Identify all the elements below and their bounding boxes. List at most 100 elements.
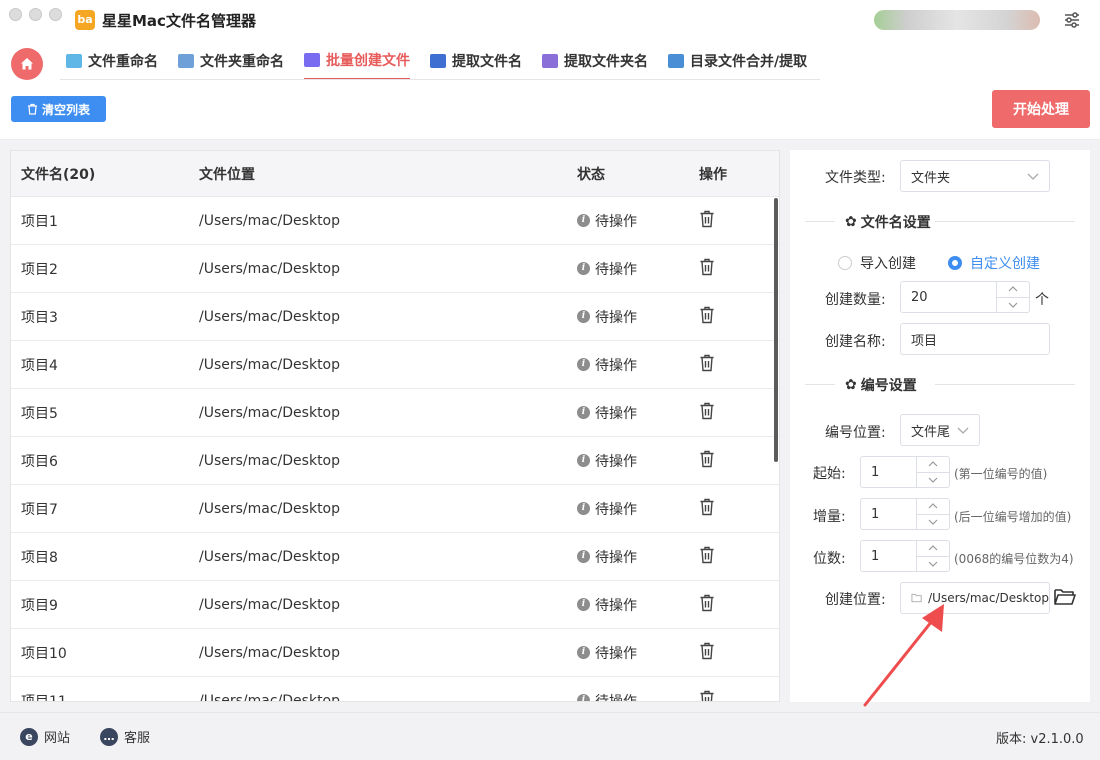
digits-input[interactable] [861, 541, 916, 571]
table-scrollbar[interactable] [774, 198, 778, 462]
name-label: 创建名称: [825, 334, 886, 350]
tab-bar: 文件重命名 文件夹重命名 批量创建文件 提取文件名 提取文件夹名 目录文件合并/… [0, 42, 1100, 88]
delete-trash-icon[interactable] [699, 546, 715, 564]
increment-button[interactable] [997, 282, 1029, 298]
delete-trash-icon[interactable] [699, 498, 715, 516]
tab-extract-folder-names[interactable]: 提取文件夹名 [542, 42, 648, 80]
folder-open-icon[interactable] [1054, 587, 1076, 607]
table-row[interactable]: 项目5/Users/mac/Desktop i 待操作 [11, 389, 779, 437]
gear-icon: ✿ [845, 377, 857, 393]
gear-icon: ✿ [845, 214, 857, 230]
digits-stepper[interactable] [860, 540, 950, 572]
cell-location: /Users/mac/Desktop [199, 356, 341, 373]
decrement-button[interactable] [917, 515, 949, 530]
count-input[interactable] [901, 282, 996, 312]
chevron-down-icon [928, 477, 938, 483]
start-stepper[interactable] [860, 456, 950, 488]
tab-folder-rename[interactable]: 文件夹重命名 [178, 42, 284, 80]
number-position-select[interactable]: 文件尾 [900, 414, 980, 446]
status-text: 待操作 [595, 453, 637, 470]
start-input[interactable] [861, 457, 916, 487]
batch-create-icon [304, 53, 320, 67]
table-row[interactable]: 项目2/Users/mac/Desktop i 待操作 [11, 245, 779, 293]
toolbar: 清空列表 开始处理 [0, 88, 1100, 140]
step-input[interactable] [861, 499, 916, 529]
table-row[interactable]: 项目7/Users/mac/Desktop i 待操作 [11, 485, 779, 533]
name-input[interactable] [900, 323, 1050, 355]
delete-trash-icon[interactable] [699, 402, 715, 420]
cell-action [687, 690, 767, 703]
zoom-window-button[interactable] [49, 8, 62, 21]
number-position-label: 编号位置: [825, 425, 886, 441]
cell-action [687, 546, 767, 568]
info-icon: i [577, 406, 590, 419]
table-body: 项目1/Users/mac/Desktop i 待操作 项目2/Users/mac/D… [11, 197, 779, 703]
settings-sliders-icon[interactable] [1062, 10, 1082, 30]
table-row[interactable]: 项目4/Users/mac/Desktop i 待操作 [11, 341, 779, 389]
cell-action [687, 402, 767, 424]
status-text: 待操作 [595, 645, 637, 662]
table-row[interactable]: 项目3/Users/mac/Desktop i 待操作 [11, 293, 779, 341]
table-row[interactable]: 项目8/Users/mac/Desktop i 待操作 [11, 533, 779, 581]
decrement-button[interactable] [997, 298, 1029, 313]
tab-divider [60, 79, 820, 80]
table-header: 文件名(20) 文件位置 状态 操作 [11, 151, 779, 197]
home-button[interactable] [11, 48, 43, 80]
tab-extract-filenames[interactable]: 提取文件名 [430, 42, 522, 80]
user-account-blurred[interactable] [874, 10, 1040, 30]
header-location: 文件位置 [199, 166, 255, 183]
cell-action [687, 594, 767, 616]
file-type-select[interactable]: 文件夹 [900, 160, 1050, 192]
delete-trash-icon[interactable] [699, 690, 715, 703]
close-window-button[interactable] [9, 8, 22, 21]
decrement-button[interactable] [917, 473, 949, 488]
cell-location: /Users/mac/Desktop [199, 452, 341, 469]
extract-filename-icon [430, 54, 446, 68]
tab-file-rename[interactable]: 文件重命名 [66, 42, 158, 80]
delete-trash-icon[interactable] [699, 354, 715, 372]
table-row[interactable]: 项目10/Users/mac/Desktop i 待操作 [11, 629, 779, 677]
customer-service-link[interactable]: … 客服 [100, 727, 150, 746]
radio-custom-create[interactable]: 自定义创建 [948, 253, 1040, 273]
table-row[interactable]: 项目6/Users/mac/Desktop i 待操作 [11, 437, 779, 485]
cell-action [687, 354, 767, 376]
clear-list-button[interactable]: 清空列表 [11, 96, 106, 122]
table-row[interactable]: 项目11/Users/mac/Desktop i 待操作 [11, 677, 779, 703]
radio-circle [948, 256, 962, 270]
cell-filename: 项目8 [21, 549, 58, 566]
status-text: 待操作 [595, 357, 637, 374]
step-stepper[interactable] [860, 498, 950, 530]
count-stepper[interactable] [900, 281, 1030, 313]
info-icon: i [577, 358, 590, 371]
minimize-window-button[interactable] [29, 8, 42, 21]
increment-button[interactable] [917, 541, 949, 557]
table-row[interactable]: 项目9/Users/mac/Desktop i 待操作 [11, 581, 779, 629]
start-processing-button[interactable]: 开始处理 [992, 90, 1090, 128]
delete-trash-icon[interactable] [699, 306, 715, 324]
increment-button[interactable] [917, 499, 949, 515]
tab-directory-merge-extract[interactable]: 目录文件合并/提取 [668, 42, 807, 80]
website-link[interactable]: e 网站 [20, 727, 70, 746]
delete-trash-icon[interactable] [699, 594, 715, 612]
delete-trash-icon[interactable] [699, 258, 715, 276]
cell-location: /Users/mac/Desktop [199, 500, 341, 517]
decrement-button[interactable] [917, 557, 949, 572]
radio-import-create[interactable]: 导入创建 [838, 253, 916, 273]
delete-trash-icon[interactable] [699, 642, 715, 660]
increment-button[interactable] [917, 457, 949, 473]
step-hint: (后一位编号增加的值) [954, 510, 1072, 524]
cell-filename: 项目5 [21, 405, 58, 422]
home-icon [21, 58, 33, 70]
cell-status: i 待操作 [567, 499, 687, 519]
cell-filename: 项目7 [21, 501, 58, 518]
file-table: 文件名(20) 文件位置 状态 操作 项目1/Users/mac/Desktop… [10, 150, 780, 702]
cell-filename: 项目6 [21, 453, 58, 470]
delete-trash-icon[interactable] [699, 450, 715, 468]
cell-status: i 待操作 [567, 643, 687, 663]
chevron-down-icon [1027, 173, 1039, 180]
table-row[interactable]: 项目1/Users/mac/Desktop i 待操作 [11, 197, 779, 245]
delete-trash-icon[interactable] [699, 210, 715, 228]
cell-location: /Users/mac/Desktop [199, 212, 341, 229]
tab-batch-create-files[interactable]: 批量创建文件 [304, 42, 410, 80]
start-label: 起始: [813, 466, 846, 482]
